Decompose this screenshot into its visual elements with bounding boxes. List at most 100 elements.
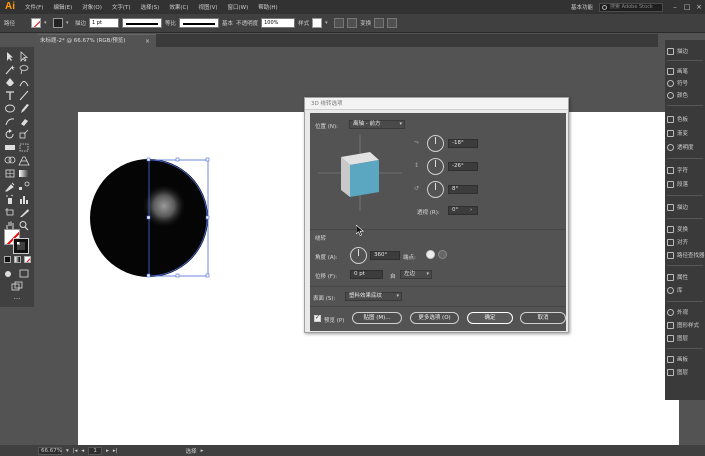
- mesh-tool-icon[interactable]: [4, 168, 16, 179]
- line-tool-icon[interactable]: [18, 90, 30, 101]
- bbox-handle[interactable]: [146, 215, 151, 220]
- prev-artboard-icon[interactable]: ◂: [81, 448, 84, 454]
- magic-wand-tool-icon[interactable]: [4, 64, 16, 75]
- workspace-switcher[interactable]: 基本功能: [571, 3, 593, 11]
- paintbrush-tool-icon[interactable]: [18, 103, 30, 114]
- x-rotation-dial[interactable]: [427, 135, 444, 152]
- width-tool-icon[interactable]: [4, 142, 16, 153]
- status-menu-icon[interactable]: ▸: [201, 448, 204, 454]
- panel-color[interactable]: 颜色: [667, 90, 705, 100]
- style-dropdown-icon[interactable]: ▾: [325, 18, 331, 28]
- rotation-cube-preview[interactable]: [318, 135, 402, 211]
- menu-type[interactable]: 文字(T): [107, 3, 136, 11]
- color-mode-icon[interactable]: [4, 256, 11, 263]
- cap-off-button[interactable]: [438, 250, 447, 259]
- column-graph-tool-icon[interactable]: [18, 194, 30, 205]
- menu-effect[interactable]: 效果(C): [164, 3, 193, 11]
- brush-definition[interactable]: [179, 18, 220, 28]
- ellipse-tool-icon[interactable]: [4, 103, 16, 114]
- angle-dial[interactable]: [350, 247, 367, 264]
- fill-dropdown-icon[interactable]: ▾: [44, 18, 50, 28]
- first-artboard-icon[interactable]: |◂: [73, 448, 78, 454]
- variable-width-profile[interactable]: [122, 18, 163, 28]
- panel-transparency[interactable]: 透明度: [667, 142, 705, 152]
- bbox-handle[interactable]: [146, 273, 151, 278]
- cap-on-button[interactable]: [426, 250, 435, 259]
- menu-window[interactable]: 窗口(W): [223, 3, 254, 11]
- ok-button[interactable]: 确定: [467, 312, 513, 324]
- selection-tool-icon[interactable]: [4, 51, 16, 62]
- draw-normal-icon[interactable]: [4, 268, 16, 279]
- isolate-icon[interactable]: [374, 18, 385, 28]
- menu-select[interactable]: 选择(S): [136, 3, 165, 11]
- from-select[interactable]: 左边: [400, 270, 432, 279]
- menu-edit[interactable]: 编辑(E): [48, 3, 77, 11]
- maximize-button[interactable]: □: [681, 3, 693, 11]
- direct-selection-tool-icon[interactable]: [18, 51, 30, 63]
- cancel-button[interactable]: 取消: [520, 312, 566, 324]
- eraser-tool-icon[interactable]: [18, 116, 30, 127]
- stroke-weight-field[interactable]: 1 pt: [89, 18, 120, 28]
- position-select[interactable]: 离轴 - 前方: [349, 120, 405, 129]
- z-rotation-dial[interactable]: [427, 181, 444, 198]
- panel-gradient[interactable]: 渐变: [667, 128, 705, 138]
- lasso-tool-icon[interactable]: [18, 64, 30, 75]
- surface-select[interactable]: 塑料效果底纹: [345, 292, 402, 301]
- panel-graphic-styles[interactable]: 图形样式: [667, 320, 705, 330]
- panel-appearance[interactable]: 外观: [667, 307, 705, 317]
- more-tools-icon[interactable]: ···: [11, 295, 23, 306]
- free-transform-tool-icon[interactable]: [18, 142, 30, 153]
- angle-field[interactable]: 360°: [370, 251, 400, 260]
- panel-stroke[interactable]: 描边: [667, 46, 705, 56]
- stroke-swatch[interactable]: [53, 18, 64, 28]
- dialog-title[interactable]: 3D 绕转选项: [305, 98, 568, 110]
- more-options-button[interactable]: 更多选项 (O): [410, 312, 459, 324]
- zoom-field[interactable]: 66.67%: [38, 446, 62, 455]
- z-rotation-field[interactable]: 8°: [448, 185, 478, 194]
- arrange-icon[interactable]: [387, 18, 398, 28]
- opacity-label[interactable]: 不透明度: [236, 19, 258, 27]
- panel-brushes[interactable]: 画笔: [667, 66, 705, 76]
- panel-swatches[interactable]: 色板: [667, 114, 705, 124]
- panel-symbols[interactable]: 符号: [667, 78, 705, 88]
- stock-search-input[interactable]: 搜索 Adobe Stock: [599, 2, 663, 12]
- perspective-arrow-icon[interactable]: ›: [470, 207, 472, 213]
- bbox-handle[interactable]: [205, 273, 210, 278]
- curvature-tool-icon[interactable]: [18, 77, 30, 88]
- symbol-sprayer-tool-icon[interactable]: [4, 194, 16, 205]
- preview-checkbox[interactable]: [314, 314, 321, 322]
- document-tab[interactable]: 未标题-2* @ 66.67% (RGB/预览) ×: [38, 34, 156, 47]
- panel-align[interactable]: 对齐: [667, 237, 705, 247]
- eyedropper-tool-icon[interactable]: [4, 181, 16, 192]
- bbox-handle[interactable]: [175, 157, 180, 162]
- menu-help[interactable]: 帮助(H): [253, 3, 282, 11]
- opacity-field[interactable]: 100%: [261, 18, 296, 28]
- last-artboard-icon[interactable]: ▸|: [113, 448, 118, 454]
- scale-tool-icon[interactable]: [18, 129, 30, 140]
- fill-swatch[interactable]: [31, 18, 42, 28]
- offset-field[interactable]: 0 pt: [350, 270, 383, 279]
- panel-paragraph[interactable]: 段落: [667, 179, 705, 189]
- rotate-tool-icon[interactable]: [4, 129, 16, 140]
- bbox-handle[interactable]: [175, 273, 180, 278]
- panel-properties[interactable]: 属性: [667, 272, 705, 282]
- pen-tool-icon[interactable]: [4, 77, 16, 88]
- panel-stroke-2[interactable]: 描边: [667, 202, 705, 212]
- recolor-icon[interactable]: [334, 18, 345, 28]
- bbox-handle[interactable]: [205, 157, 210, 162]
- panel-layers-2[interactable]: 图层: [667, 367, 705, 377]
- draw-behind-icon[interactable]: [18, 268, 30, 279]
- y-rotation-field[interactable]: -26°: [448, 162, 478, 171]
- stroke-dropdown-icon[interactable]: ▾: [66, 18, 72, 28]
- map-art-button[interactable]: 贴图 (M)...: [352, 312, 402, 324]
- artboard-number-field[interactable]: 1: [88, 446, 103, 455]
- panel-layers[interactable]: 图层: [667, 333, 705, 343]
- panel-transform[interactable]: 变换: [667, 224, 705, 234]
- artboard-tool-icon[interactable]: [4, 207, 16, 218]
- menu-view[interactable]: 视图(V): [193, 3, 222, 11]
- panel-artboards[interactable]: 画板: [667, 354, 705, 364]
- zoom-dropdown-icon[interactable]: ▾: [66, 448, 69, 454]
- menu-object[interactable]: 对象(O): [77, 3, 107, 11]
- shape-builder-tool-icon[interactable]: [4, 155, 16, 166]
- x-rotation-field[interactable]: -18°: [448, 139, 478, 148]
